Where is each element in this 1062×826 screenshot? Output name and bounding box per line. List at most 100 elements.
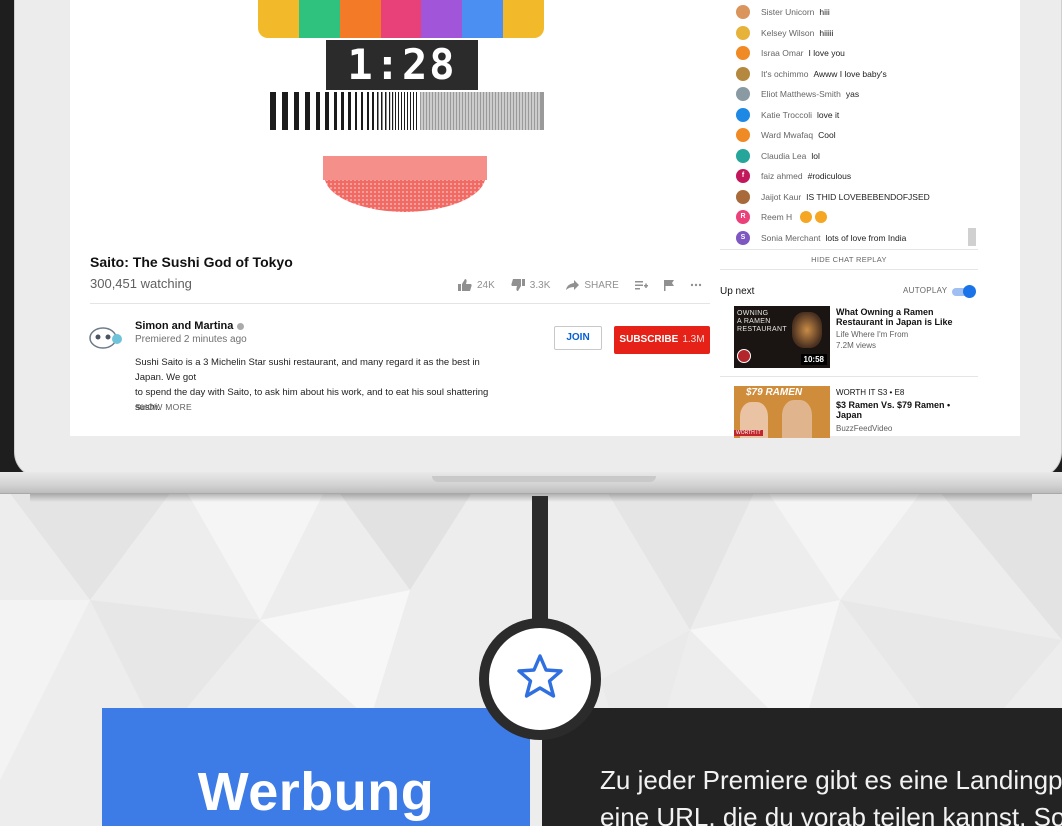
hide-chat-replay-button[interactable]: HIDE CHAT REPLAY [720,249,978,270]
viewer-count: 300,451 watching [90,276,192,291]
chat-author: Claudia Lea [761,150,807,161]
video-thumbnail[interactable]: $79 RAMEN WORTH IT [734,386,830,438]
video-thumbnail[interactable]: OWNING A RAMEN RESTAURANT 10:58 [734,306,830,368]
description-line: Sushi Saito is a 3 Michelin Star sushi r… [135,357,480,383]
chat-avatar [736,189,750,204]
test-bar [258,0,299,38]
chat-message: Israa Omar I love you [736,43,978,64]
chat-message: S Sonia Merchant lots of love from India [736,228,978,249]
countdown-timer: 1:28 [326,40,478,90]
chat-author: Jaijot Kaur [761,191,802,202]
add-to-playlist-button[interactable] [634,280,648,290]
chat-text: hiii [819,7,830,18]
chat-text: I love you [808,48,845,59]
show-more-button[interactable]: SHOW MORE [135,402,192,412]
video-title-link[interactable]: What Owning a Ramen Restaurant in Japan … [836,307,966,327]
video-title-link[interactable]: $3 Ramen Vs. $79 Ramen • Japan [836,400,966,420]
video-views: 7.2M views [836,341,877,350]
join-button[interactable]: JOIN [554,326,602,350]
thumbnail-text: $79 RAMEN [746,387,803,398]
chat-avatar [736,87,750,102]
chat-message: Sister Unicorn hiii [736,2,978,23]
chat-message: It's ochimmo Awww I love baby's [736,64,978,85]
barcode-pattern [270,92,544,130]
feature-badge [479,618,601,740]
chat-message: Claudia Lea lol [736,146,978,167]
chat-avatar [736,66,750,81]
share-label: SHARE [584,279,619,291]
feature-description: Zu jeder Premiere gibt es eine Landingp … [600,762,1062,826]
chat-message: Ward Mwafaq Cool [736,125,978,146]
video-series: WORTH IT S3 • E8 [836,388,905,397]
dislike-count: 3.3K [529,279,551,291]
test-bar [339,0,381,38]
share-arrow-icon [566,280,580,290]
chat-text: #rodiculous [807,171,852,182]
feature-description-line: Zu jeder Premiere gibt es eine Landingp [600,765,1062,795]
thumbs-down-icon [511,279,525,291]
chat-text: yas [845,89,860,100]
chat-avatar [736,148,750,163]
chat-author: Eliot Matthews-Smith [761,89,841,100]
dislike-button[interactable]: 3.3K [511,279,551,291]
share-button[interactable]: SHARE [566,279,619,291]
like-count: 24K [477,279,495,291]
chat-message: Kelsey Wilson hiiiii [736,23,978,44]
chat-text: Awww I love baby's [813,68,887,79]
divider [720,376,978,377]
test-pattern-bars [258,0,544,38]
emoji-icon [815,211,828,224]
playlist-add-icon [634,281,648,290]
autoplay-toggle-knob[interactable] [963,285,976,298]
thumbnail-text: OWNING A RAMEN RESTAURANT [737,310,787,333]
chat-author: Katie Troccoli [761,109,813,120]
verified-icon [237,322,245,330]
more-options-button[interactable] [690,283,702,287]
emoji-icon [800,211,813,224]
chat-author: Reem H [761,212,793,223]
test-bar [421,0,463,38]
chat-author: Ward Mwafaq [761,130,814,141]
timeline-connector [532,496,548,626]
chat-avatar: f [736,169,750,184]
chat-text: love it [817,109,840,120]
chat-avatar [736,25,750,40]
report-button[interactable] [663,279,674,291]
video-actions: 24K 3.3K SHARE [458,276,718,294]
more-dots-icon [690,283,702,287]
chat-author: faiz ahmed [761,171,803,182]
chat-text: Cool [818,130,836,141]
video-title: Saito: The Sushi God of Tokyo [90,254,293,270]
thumbnail-tag: WORTH IT [734,430,763,436]
subscribe-button[interactable]: SUBSCRIBE 1.3M [614,326,710,354]
test-bar [503,0,544,38]
chat-text: lots of love from India [825,232,907,243]
divider [90,303,710,304]
channel-name-text[interactable]: Simon and Martina [135,320,233,332]
video-channel: Life Where I'm From [836,330,909,339]
chat-author: Sister Unicorn [761,7,815,18]
video-duration: 10:58 [800,354,827,365]
video-channel: BuzzFeedVideo [836,424,893,433]
chat-text: lol [811,150,820,161]
feature-description-line: eine URL, die du vorab teilen kannst. So [600,802,1062,826]
chat-author: Kelsey Wilson [761,27,815,38]
flag-icon [663,279,674,291]
chat-message: Katie Troccoli love it [736,105,978,126]
thumbnail-scene [792,312,822,348]
laptop-shadow [30,494,1032,502]
chat-message: R Reem H [736,207,978,228]
chat-scrollbar[interactable] [968,228,976,246]
subscribe-label: SUBSCRIBE [619,334,679,345]
chat-author: It's ochimmo [761,68,809,79]
test-bar [462,0,504,38]
channel-avatar[interactable] [88,324,124,350]
star-outline-icon [517,654,563,698]
chat-text: IS THID LOVEBEBENDOFJSED [806,191,930,202]
test-bar [298,0,340,38]
channel-name[interactable]: Simon and Martina [135,320,245,332]
chat-avatar [736,46,750,61]
chat-avatar: R [736,210,750,225]
feature-title: Werbung [197,762,435,822]
like-button[interactable]: 24K [458,279,495,291]
